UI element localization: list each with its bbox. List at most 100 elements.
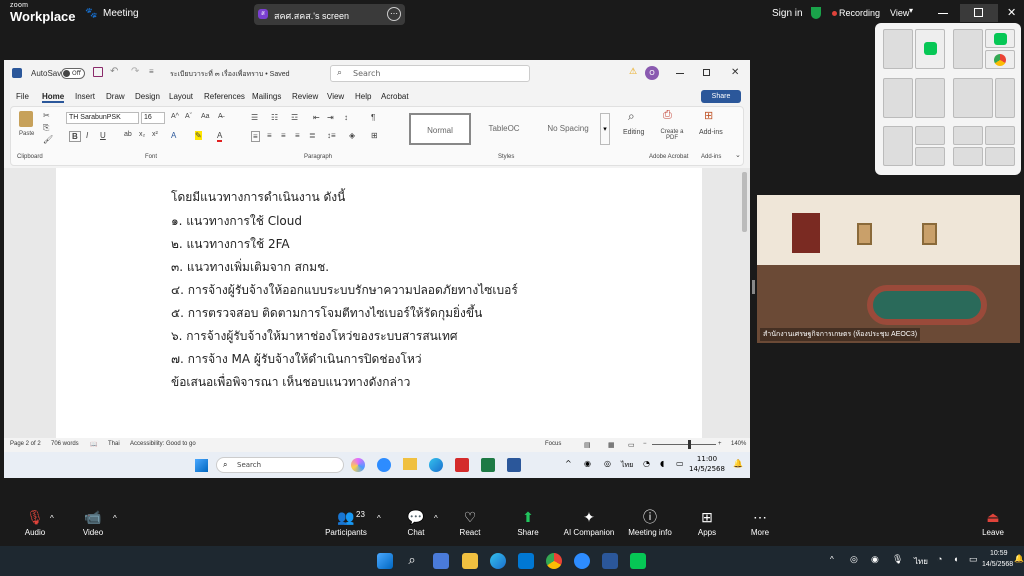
increase-indent-icon[interactable]: ⇥ <box>327 113 334 122</box>
word-restore-icon[interactable] <box>703 69 710 76</box>
autosave-toggle[interactable]: Off <box>61 68 85 79</box>
snap-cell[interactable] <box>915 78 945 118</box>
paste-label[interactable]: Paste <box>19 131 34 137</box>
recording-label[interactable]: Recording <box>839 8 880 18</box>
notification-icon[interactable]: 🔔 <box>733 459 743 468</box>
style-tableoc[interactable]: TableOC <box>473 113 535 145</box>
copilot-icon[interactable] <box>351 458 365 472</box>
align-left-icon[interactable]: ≡ <box>251 131 260 142</box>
vertical-scrollbar[interactable] <box>742 172 747 232</box>
justify-icon[interactable]: ≡ <box>295 131 300 140</box>
word-close-icon[interactable]: ✕ <box>731 67 739 78</box>
zoom-level[interactable]: 140% <box>731 441 746 447</box>
grow-font-icon[interactable]: A^ <box>171 113 179 120</box>
menu-insert[interactable]: Insert <box>75 92 95 101</box>
windows-start-icon[interactable] <box>377 553 393 569</box>
menu-review[interactable]: Review <box>292 92 318 101</box>
copy-icon[interactable]: ⎘ <box>43 123 49 133</box>
doc-list-item[interactable]: ๗. การจ้าง MA ผู้รับจ้างให้ดำเนินการปิดช… <box>171 350 422 369</box>
snap-cell[interactable] <box>915 29 945 69</box>
proofing-icon[interactable]: 📖 <box>90 441 97 448</box>
os-clock-time[interactable]: 10:59 <box>990 550 1008 557</box>
excel-icon[interactable] <box>481 458 495 472</box>
line-app-icon[interactable] <box>630 553 646 569</box>
create-pdf-icon[interactable]: ⎙ <box>663 109 672 122</box>
more-options-icon[interactable]: ⋯ <box>387 7 401 21</box>
edge-icon[interactable] <box>490 553 506 569</box>
superscript-icon[interactable]: x² <box>152 131 158 138</box>
cut-icon[interactable]: ✂ <box>43 111 50 120</box>
snap-cell[interactable] <box>915 126 945 145</box>
styles-more-icon[interactable]: ▾ <box>600 113 610 145</box>
doc-list-item[interactable]: ๖. การจ้างผู้รับจ้างให้มาหาช่องโหว่ของระ… <box>171 327 457 346</box>
doc-list-item[interactable]: ๑. แนวทางการใช้ Cloud <box>171 212 302 231</box>
tray-chevron-icon[interactable]: ^ <box>830 555 834 564</box>
snap-cell[interactable] <box>953 29 983 69</box>
app-icon[interactable] <box>433 553 449 569</box>
store-icon[interactable] <box>518 553 534 569</box>
participants-button[interactable]: 👥 Participants <box>311 506 381 537</box>
find-icon[interactable]: ⌕ <box>628 109 635 124</box>
zoom-app-icon[interactable] <box>377 458 391 472</box>
menu-design[interactable]: Design <box>135 92 160 101</box>
zoom-slider-thumb[interactable] <box>688 440 691 449</box>
acrobat-icon[interactable] <box>455 458 469 472</box>
edge-icon[interactable] <box>429 458 443 472</box>
os-clock-date[interactable]: 14/5/2568 <box>982 561 1013 568</box>
share-button[interactable]: Share <box>701 90 741 103</box>
sign-in-link[interactable]: Sign in <box>772 8 803 19</box>
borders-icon[interactable]: ⊞ <box>371 131 378 140</box>
doc-paragraph[interactable]: โดยมีแนวทางการดำเนินงาน ดังนี้ <box>171 188 345 207</box>
taskbar-search[interactable]: ⌕ Search <box>216 457 344 473</box>
line-spacing-icon[interactable]: ↕≡ <box>327 131 336 140</box>
screen-share-indicator[interactable]: ส สคศ.สคส.'s screen ⋯ <box>254 4 405 25</box>
zoom-in-icon[interactable]: + <box>718 441 722 447</box>
snap-cell[interactable] <box>953 78 993 118</box>
warning-icon[interactable]: ⚠ <box>629 67 637 77</box>
os-language[interactable]: ไทย <box>914 555 928 568</box>
clear-format-icon[interactable]: A̶ <box>218 113 223 120</box>
word-app-icon[interactable] <box>602 553 618 569</box>
word-app-icon[interactable] <box>507 458 521 472</box>
search-icon[interactable]: ⌕ <box>404 553 420 569</box>
volume-icon[interactable]: ◖ <box>953 554 958 564</box>
zoom-out-icon[interactable]: − <box>643 441 647 447</box>
more-button[interactable]: ⋯ More <box>725 506 795 537</box>
strikethrough-icon[interactable]: ab <box>124 131 132 138</box>
restore-button[interactable] <box>960 4 998 22</box>
snap-cell[interactable] <box>985 126 1015 145</box>
web-layout-icon[interactable]: ▭ <box>628 441 635 449</box>
decrease-indent-icon[interactable]: ⇤ <box>313 113 320 122</box>
file-explorer-icon[interactable] <box>403 458 417 470</box>
battery-icon[interactable]: ▭ <box>676 459 684 468</box>
word-search-box[interactable]: ⌕ Search <box>330 65 530 82</box>
document-page[interactable]: โดยมีแนวทางการดำเนินงาน ดังนี้ ๑. แนวทาง… <box>56 168 702 438</box>
minimize-icon[interactable] <box>938 13 948 14</box>
zoom-slider[interactable] <box>652 440 716 449</box>
redo-icon[interactable]: ↷ <box>131 66 139 77</box>
snap-cell[interactable] <box>995 78 1015 118</box>
snap-cell[interactable] <box>985 29 1015 48</box>
highlight-icon[interactable]: ✎ <box>195 131 202 140</box>
resize-handle[interactable] <box>752 280 755 294</box>
menu-help[interactable]: Help <box>355 92 371 101</box>
print-layout-icon[interactable]: ▦ <box>608 441 615 449</box>
remote-clock-time[interactable]: 11:00 <box>687 455 727 463</box>
status-language[interactable]: Thai <box>108 441 120 447</box>
video-button[interactable]: 📹 Video <box>58 506 128 537</box>
windows-start-icon[interactable] <box>195 459 208 472</box>
doc-list-item[interactable]: ๔. การจ้างผู้รับจ้างให้ออกแบบระบบรักษาคว… <box>171 281 518 300</box>
style-normal[interactable]: Normal <box>409 113 471 145</box>
distribute-icon[interactable]: ≣ <box>309 131 316 140</box>
word-minimize-icon[interactable] <box>676 73 684 74</box>
italic-button[interactable]: I <box>86 131 88 140</box>
shield-icon[interactable] <box>811 7 821 19</box>
numbering-icon[interactable]: ☷ <box>271 113 278 122</box>
tray-chevron-icon[interactable]: ^ <box>565 459 572 468</box>
menu-mailings[interactable]: Mailings <box>252 92 281 101</box>
addins-button[interactable]: Add-ins <box>699 129 723 136</box>
menu-file[interactable]: File <box>16 92 29 101</box>
focus-button[interactable]: Focus <box>545 441 561 447</box>
chrome-icon[interactable] <box>546 553 562 569</box>
font-size-combo[interactable]: 16 <box>141 112 165 124</box>
